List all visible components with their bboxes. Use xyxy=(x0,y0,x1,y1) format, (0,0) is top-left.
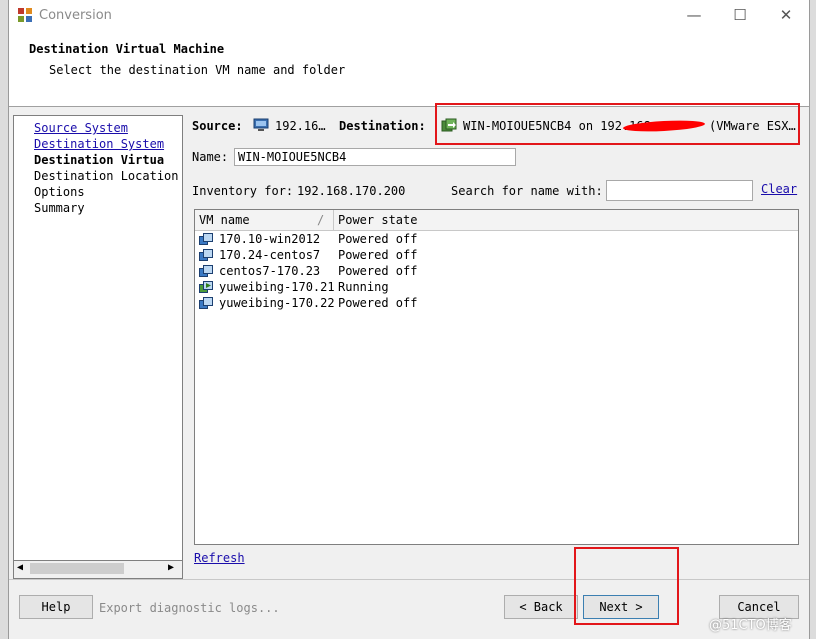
scroll-left-arrow-icon[interactable]: ◀ xyxy=(17,562,23,573)
power-state-cell: Powered off xyxy=(338,264,418,278)
refresh-link[interactable]: Refresh xyxy=(194,551,245,565)
destination-label: Destination: xyxy=(339,119,426,133)
footer-divider xyxy=(9,579,809,580)
steps-horizontal-scrollbar[interactable]: ◀ ▶ xyxy=(13,560,183,579)
vm-name-input[interactable]: WIN-MOIOUE5NCB4 xyxy=(234,148,516,166)
table-row[interactable]: yuweibing-170.22 Powered off xyxy=(195,296,798,312)
vm-name-cell: 170.24-centos7 xyxy=(219,248,321,262)
computer-icon xyxy=(253,118,269,131)
search-input[interactable] xyxy=(606,180,753,201)
export-logs-link[interactable]: Export diagnostic logs... xyxy=(99,601,280,615)
vm-name-cell: yuweibing-170.22 xyxy=(219,296,335,310)
step-destination-location: Destination Location xyxy=(34,169,179,183)
vm-powered-off-icon xyxy=(199,249,213,261)
conversion-window: Conversion — ☐ ✕ Destination Virtual Mac… xyxy=(8,0,810,639)
scroll-right-arrow-icon[interactable]: ▶ xyxy=(168,562,174,573)
step-source-system[interactable]: Source System xyxy=(34,121,128,135)
back-button[interactable]: < Back xyxy=(504,595,578,619)
inventory-label: Inventory for: xyxy=(192,184,294,198)
step-destination-system[interactable]: Destination System xyxy=(34,137,164,151)
vm-powered-off-icon xyxy=(199,233,213,245)
step-destination-virtual-machine: Destination Virtua xyxy=(34,153,165,167)
vm-name-cell: centos7-170.23 xyxy=(219,264,321,278)
step-options: Options xyxy=(34,185,85,199)
power-state-cell: Powered off xyxy=(338,232,418,246)
vm-list: VM name / Power state 170.10-win2012 Powe… xyxy=(194,209,799,545)
background-app-edge xyxy=(0,0,8,639)
vm-list-header: VM name / Power state xyxy=(195,210,798,231)
power-state-cell: Powered off xyxy=(338,248,418,262)
vm-name-cell: 170.10-win2012 xyxy=(219,232,321,246)
page-subtitle: Select the destination VM name and folde… xyxy=(49,63,346,77)
watermark: @51CTO博客 xyxy=(709,618,792,633)
scrollbar-thumb[interactable] xyxy=(30,563,124,574)
converter-app-icon xyxy=(18,8,32,22)
vm-running-icon xyxy=(199,281,213,293)
column-divider[interactable] xyxy=(333,210,334,230)
annotation-box-next xyxy=(574,547,679,625)
help-button[interactable]: Help xyxy=(19,595,93,619)
column-power-state[interactable]: Power state xyxy=(338,213,417,227)
annotation-box-destination xyxy=(435,103,800,145)
clear-link[interactable]: Clear xyxy=(761,182,797,196)
table-row[interactable]: 170.10-win2012 Powered off xyxy=(195,232,798,248)
table-row[interactable]: yuweibing-170.21 Running xyxy=(195,280,798,296)
vm-name-cell: yuweibing-170.21 xyxy=(219,280,335,294)
vm-powered-off-icon xyxy=(199,297,213,309)
maximize-button[interactable]: ☐ xyxy=(717,0,763,32)
sort-indicator-icon: / xyxy=(317,213,325,227)
source-label: Source: xyxy=(192,119,243,133)
close-button[interactable]: ✕ xyxy=(763,0,809,32)
inventory-host: 192.168.170.200 xyxy=(297,184,406,198)
vm-powered-off-icon xyxy=(199,265,213,277)
search-label: Search for name with: xyxy=(451,184,603,198)
wizard-steps-panel: Source System Destination System Destina… xyxy=(13,115,183,579)
page-title: Destination Virtual Machine xyxy=(29,42,225,56)
window-title: Conversion xyxy=(39,8,112,23)
title-bar: Conversion — ☐ ✕ xyxy=(9,0,809,32)
name-label: Name: xyxy=(192,150,229,164)
power-state-cell: Running xyxy=(338,280,389,294)
table-row[interactable]: centos7-170.23 Powered off xyxy=(195,264,798,280)
source-value: 192.16… xyxy=(275,119,326,133)
minimize-button[interactable]: — xyxy=(671,0,717,32)
table-row[interactable]: 170.24-centos7 Powered off xyxy=(195,248,798,264)
column-vm-name[interactable]: VM name xyxy=(199,213,250,227)
power-state-cell: Powered off xyxy=(338,296,418,310)
step-summary: Summary xyxy=(34,201,85,215)
